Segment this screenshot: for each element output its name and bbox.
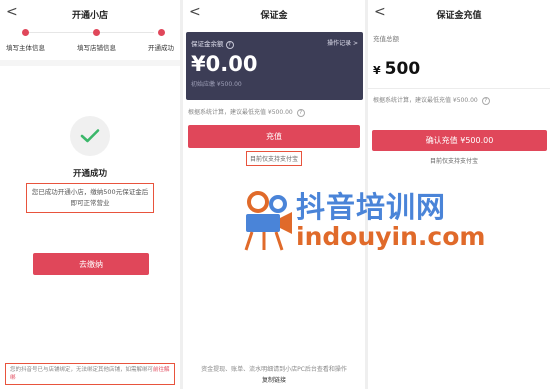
currency-symbol: ¥ (373, 64, 381, 77)
page-title: 保证金充值 (436, 10, 482, 21)
initial-deposit: 初始应缴 ¥500.00 (191, 81, 242, 88)
footer-note: 资金提现、账单、流水明细请到小店PC后台查看和操作 复制链接 (183, 364, 365, 386)
recharge-amount-input[interactable]: ¥500 (373, 59, 420, 79)
copy-link-button[interactable]: 复制链接 (183, 375, 365, 386)
step-label: 填写店铺信息 (77, 44, 116, 52)
section-divider (0, 60, 180, 66)
step-label: 填写主体信息 (6, 44, 45, 52)
help-icon[interactable]: ? (481, 97, 490, 105)
step-3: 开通成功 (148, 28, 174, 60)
balance-label-text: 保证金余额 (191, 40, 224, 48)
step-2: 填写店铺信息 (77, 28, 116, 60)
top-bar: < 开通小店 (0, 0, 180, 28)
unbind-notice: 您的抖音号已与店铺绑定，无法绑定其他店铺，如需解绑可前往解绑 (5, 363, 175, 385)
progress-steps: 填写主体信息 填写店铺信息 开通成功 (0, 28, 180, 60)
recommend-hint: 根据系统计算，建议最低充值 ¥500.00 ? (373, 95, 490, 105)
total-label: 充值总额 (373, 35, 399, 43)
back-button[interactable]: < (6, 4, 18, 20)
alipay-only-note: 目前仅支持支付宝 (246, 151, 303, 166)
back-button[interactable]: < (374, 4, 386, 20)
page-title: 开通小店 (71, 10, 108, 21)
top-bar: < 保证金充值 (368, 0, 550, 28)
success-description: 您已成功开通小店，缴纳500元保证金后即可正常营业 (26, 183, 154, 213)
input-underline (368, 88, 550, 89)
alipay-only-note: 目前仅支持支付宝 (430, 158, 479, 165)
step-dot (93, 29, 100, 36)
recommend-hint: 根据系统计算，建议最低充值 ¥500.00 ? (188, 107, 305, 117)
amount-value: 500 (384, 59, 421, 79)
deposit-screen: < 保证金 保证金余额? 操作记录 > ¥0.00 初始应缴 ¥500.00 根… (183, 0, 365, 389)
success-check-icon (70, 116, 110, 156)
success-title: 开通成功 (72, 169, 107, 179)
step-dot (157, 29, 165, 36)
footer-text: 资金提现、账单、流水明细请到小店PC后台查看和操作 (201, 366, 347, 373)
step-1: 填写主体信息 (6, 28, 45, 60)
help-icon[interactable]: ? (225, 41, 234, 49)
help-icon[interactable]: ? (296, 109, 305, 117)
step-dot (22, 29, 29, 36)
unbind-notice-text: 您的抖音号已与店铺绑定，无法绑定其他店铺，如需解绑可 (10, 367, 154, 373)
pay-deposit-button[interactable]: 去缴纳 (33, 253, 149, 275)
top-bar: < 保证金 (183, 0, 365, 28)
deposit-recharge-screen: < 保证金充值 充值总额 ¥500 根据系统计算，建议最低充值 ¥500.00 … (368, 0, 550, 389)
deposit-balance-card: 保证金余额? 操作记录 > ¥0.00 初始应缴 ¥500.00 (186, 32, 363, 100)
recommend-hint-text: 根据系统计算，建议最低充值 ¥500.00 (373, 97, 478, 104)
operation-records-link[interactable]: 操作记录 > (327, 38, 358, 47)
open-store-screen: < 开通小店 填写主体信息 填写店铺信息 开通成功 开通成功 您已成功开通小店，… (0, 0, 180, 389)
page-title: 保证金 (260, 10, 288, 21)
step-label: 开通成功 (148, 44, 174, 52)
balance-label: 保证金余额? (191, 38, 234, 49)
confirm-recharge-button[interactable]: 确认充值 ¥500.00 (372, 130, 547, 151)
recommend-hint-text: 根据系统计算，建议最低充值 ¥500.00 (188, 109, 293, 116)
back-button[interactable]: < (189, 4, 201, 20)
balance-amount: ¥0.00 (191, 52, 258, 76)
recharge-button[interactable]: 充值 (188, 125, 360, 148)
